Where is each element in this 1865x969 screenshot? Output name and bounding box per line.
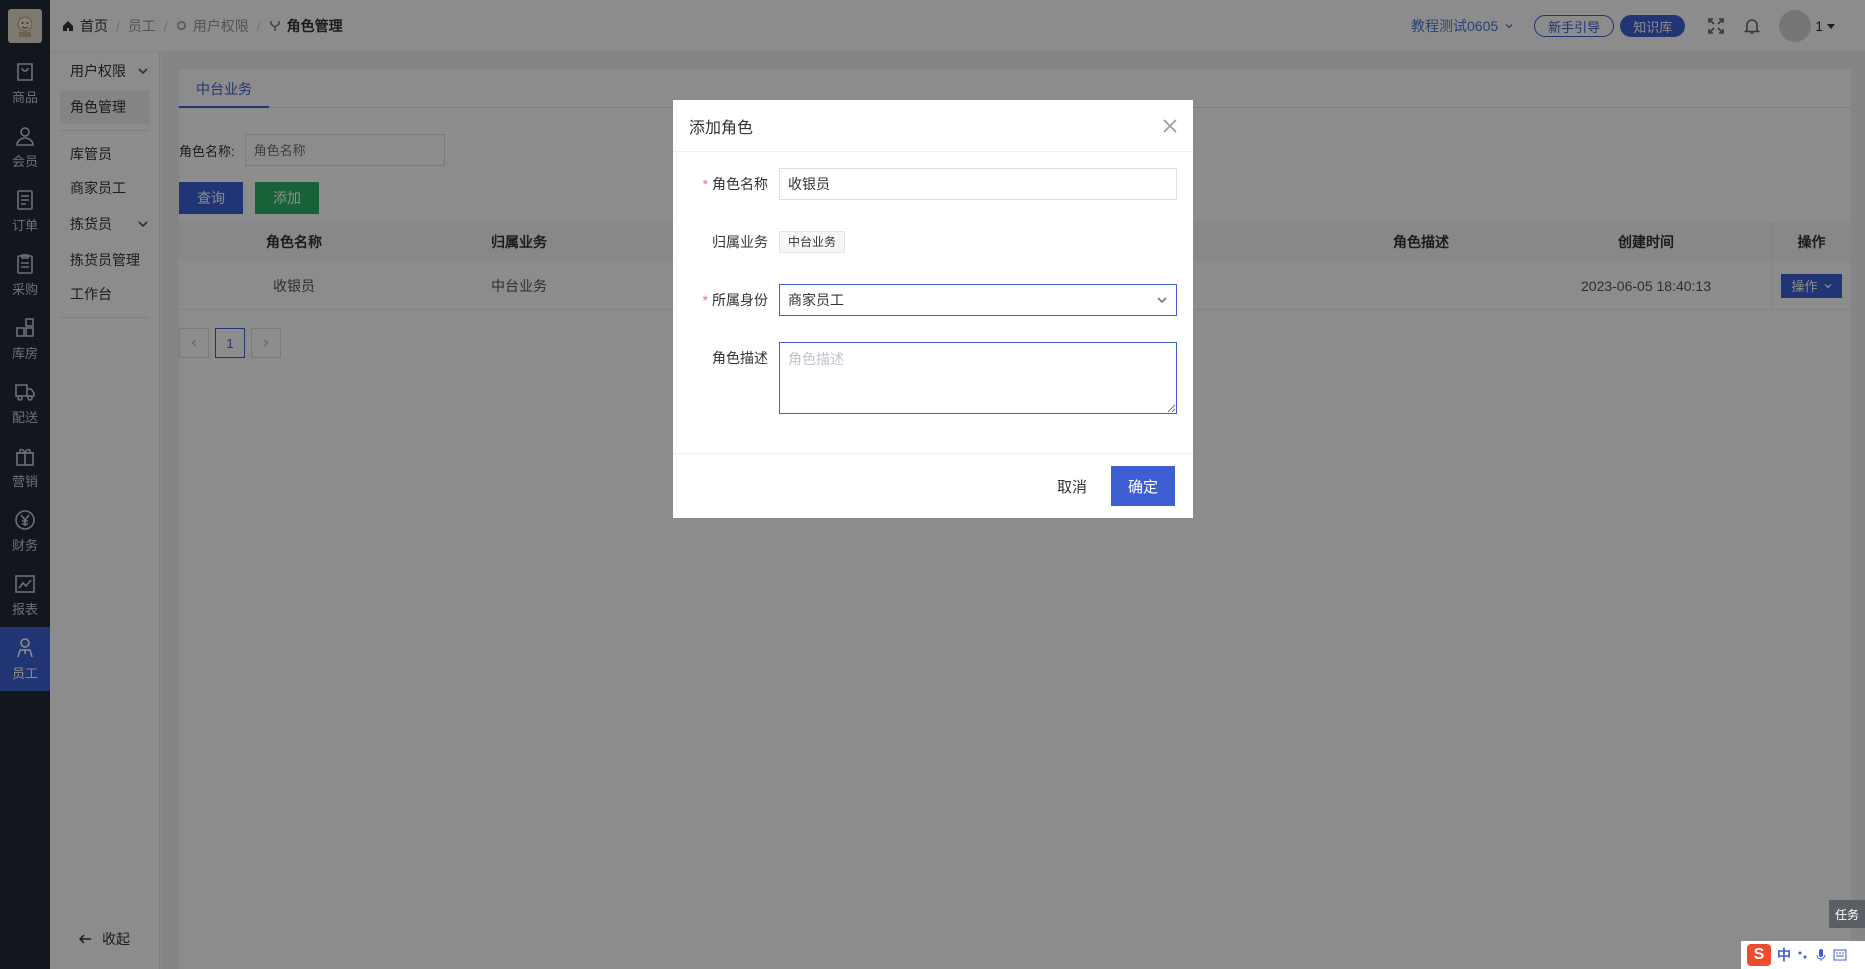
identity-select[interactable]: 商家员工 [779, 284, 1177, 316]
form-row-business: 归属业务 中台业务 [673, 226, 1193, 258]
identity-selected-value: 商家员工 [788, 292, 844, 308]
add-role-dialog: 添加角色 * 角色名称 收银员 归属业务 中台业务 * 所属身份 商家员工 角色… [673, 100, 1193, 518]
ime-toolbar[interactable]: S 中 [1741, 941, 1865, 969]
business-tag: 中台业务 [779, 231, 846, 253]
role-name-label-text: 角色名称 [712, 176, 768, 192]
required-mark: * [702, 292, 708, 308]
role-name-input[interactable]: 收银员 [779, 168, 1177, 200]
identity-label-text: 所属身份 [712, 292, 768, 308]
keyboard-icon[interactable] [1833, 949, 1847, 961]
microphone-icon[interactable] [1815, 948, 1827, 962]
cancel-button[interactable]: 取消 [1057, 476, 1087, 497]
chevron-down-icon [1157, 297, 1167, 304]
dialog-footer: 取消 确定 [673, 453, 1193, 518]
business-control: 中台业务 [779, 226, 1177, 253]
identity-control: 商家员工 [779, 284, 1177, 316]
role-name-control: 收银员 [779, 168, 1177, 200]
form-row-identity: * 所属身份 商家员工 [673, 284, 1193, 316]
confirm-button[interactable]: 确定 [1111, 466, 1175, 506]
role-form: * 角色名称 收银员 归属业务 中台业务 * 所属身份 商家员工 角色描述 [673, 168, 1193, 414]
business-label: 归属业务 [712, 234, 768, 250]
description-label: 角色描述 [712, 350, 768, 366]
identity-label: * 所属身份 [703, 284, 768, 316]
ime-mode[interactable]: 中 [1777, 945, 1791, 965]
form-row-description: 角色描述 [673, 342, 1193, 414]
description-textarea[interactable] [779, 342, 1177, 414]
role-name-label: * 角色名称 [703, 168, 768, 200]
required-mark: * [702, 176, 708, 192]
form-row-role-name: * 角色名称 收银员 [673, 168, 1193, 200]
task-button[interactable]: 任务 [1829, 900, 1865, 928]
close-icon[interactable] [1163, 118, 1177, 133]
ime-logo-icon: S [1747, 944, 1771, 966]
dialog-title: 添加角色 [689, 119, 754, 137]
punctuation-icon[interactable] [1797, 949, 1809, 961]
description-control [779, 342, 1177, 417]
dialog-header: 添加角色 [673, 100, 1193, 152]
